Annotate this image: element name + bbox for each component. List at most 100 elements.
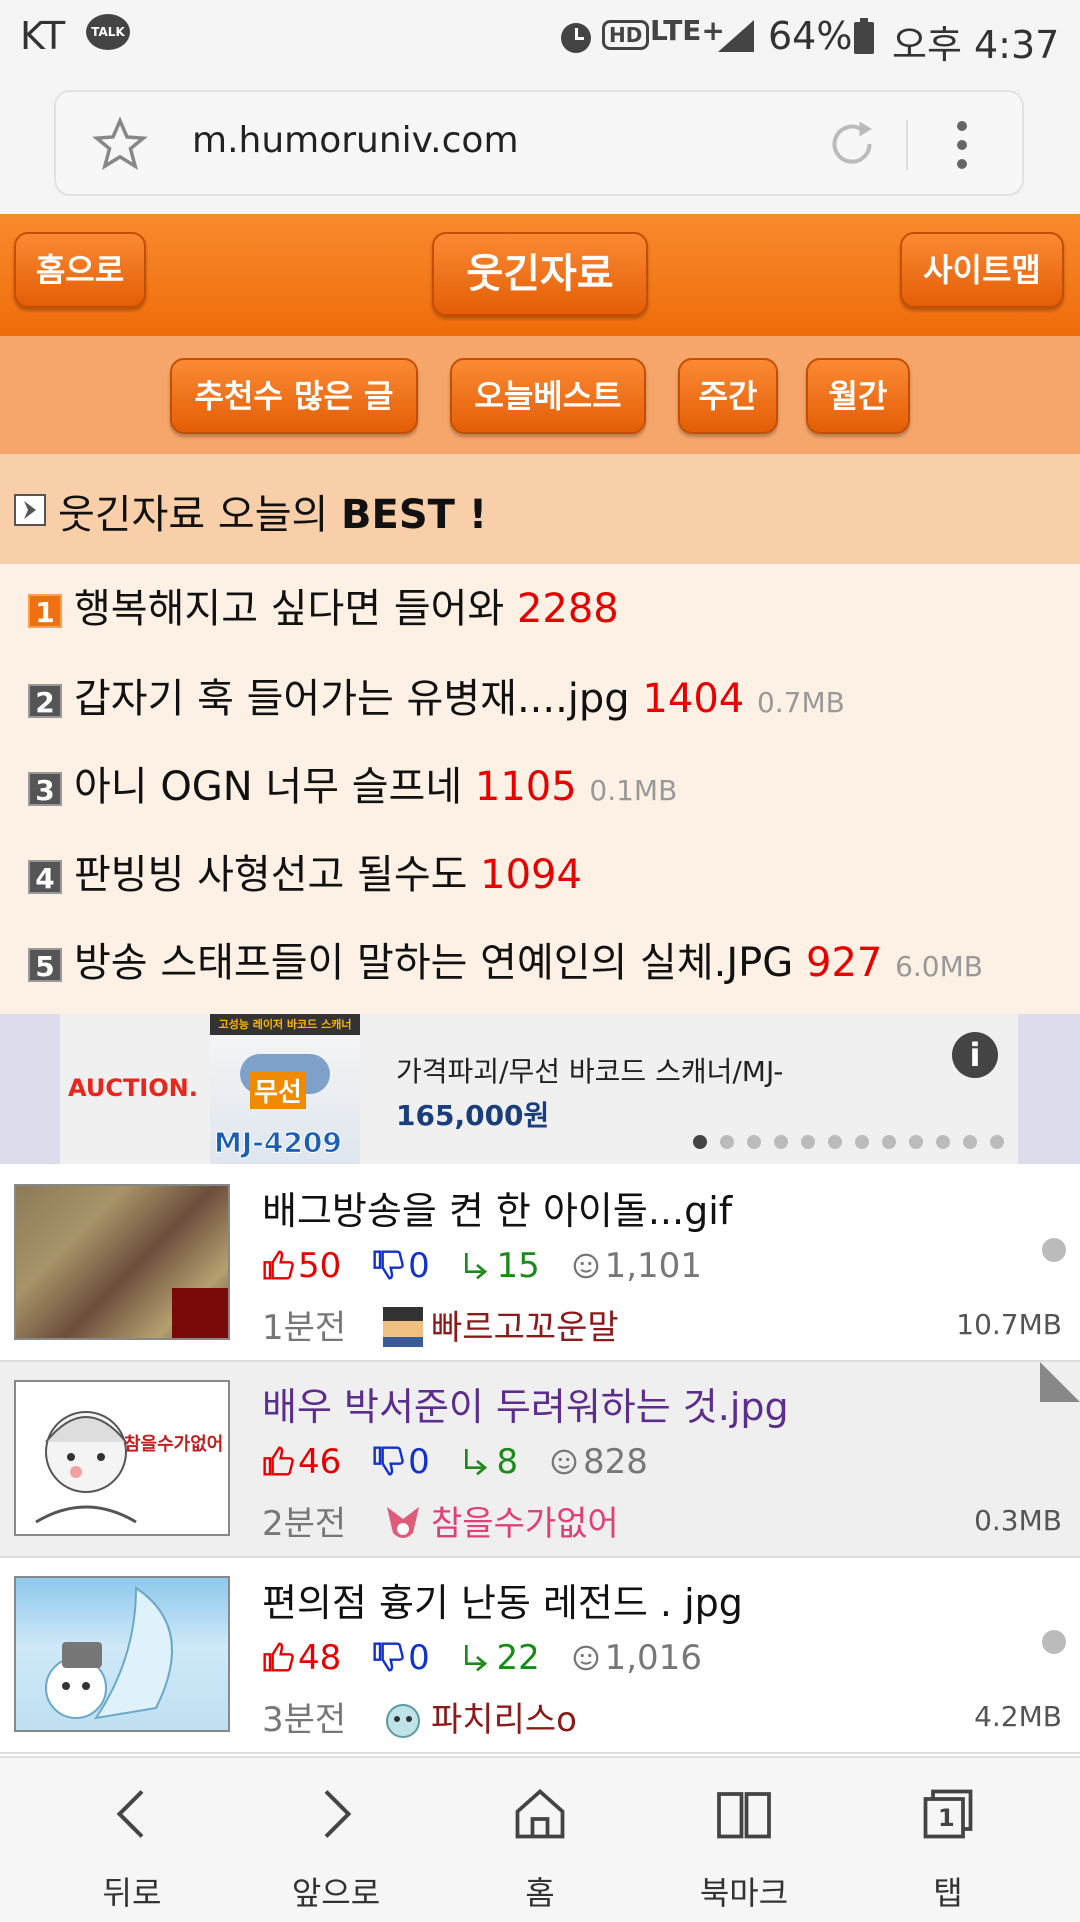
author-avatar-icon xyxy=(386,1704,421,1738)
ad-content[interactable]: AUCTION. 고성능 레이저 바코드 스캐너 무선 MJ-4209 가격파괴… xyxy=(60,1014,1018,1164)
best-item-count: 2288 xyxy=(516,586,619,632)
ad-price: 165,000원 xyxy=(396,1099,550,1132)
auction-logo: AUCTION. xyxy=(68,1074,198,1102)
battery-icon xyxy=(852,16,876,60)
best-item-title[interactable]: 방송 스태프들이 말하는 연예인의 실체.JPG xyxy=(74,940,793,986)
bookmark-icon xyxy=(717,1792,771,1839)
upvote-count: 48 xyxy=(262,1638,341,1678)
best-item-size: 0.7MB xyxy=(756,686,845,719)
nav-back[interactable]: 뒤로 xyxy=(32,1758,232,1922)
upvote-count: 46 xyxy=(262,1442,341,1482)
post-row[interactable]: 참을수가없어 배우 박서준이 두려워하는 것.jpg 46 0 8 828 2분… xyxy=(0,1362,1080,1558)
site-header: 홈으로 웃긴자료 사이트맵 xyxy=(0,214,1080,336)
author-avatar xyxy=(383,1503,423,1552)
status-bar: KT TALK HD LTE+ 64% 오후 4:37 xyxy=(0,0,1080,72)
best-item-size: 6.0MB xyxy=(895,950,983,983)
reply-arrow-icon xyxy=(464,1645,487,1672)
nav-home[interactable]: 홈 xyxy=(440,1758,640,1922)
author-avatar xyxy=(383,1699,423,1748)
post-row[interactable]: 편의점 흉기 난동 레전드 . jpg 48 0 22 1,016 3분전 파치… xyxy=(0,1558,1080,1754)
thumbs-up-icon xyxy=(263,1250,294,1280)
post-thumbnail[interactable] xyxy=(14,1576,230,1732)
cartoon-image xyxy=(35,1411,137,1524)
post-thumbnail[interactable]: 참을수가없어 xyxy=(14,1380,230,1536)
url-text[interactable]: m.humoruniv.com xyxy=(192,120,519,161)
best-item[interactable]: 2 갑자기 훅 들어가는 유병재....jpg 1404 0.7MB xyxy=(28,666,845,726)
divider xyxy=(906,120,908,170)
best-item-title[interactable]: 행복해지고 싶다면 들어와 xyxy=(74,586,504,632)
browser-bottom-nav: 뒤로 앞으로 홈 북마크 1 탭 xyxy=(0,1756,1080,1922)
author-name[interactable]: 빠르고꼬운말 xyxy=(431,1308,619,1348)
best-item-title[interactable]: 판빙빙 사형선고 될수도 xyxy=(74,852,467,898)
upvote-count: 50 xyxy=(262,1246,341,1286)
filter-most-recommended[interactable]: 추천수 많은 글 xyxy=(170,358,418,434)
filter-today-best[interactable]: 오늘베스트 xyxy=(450,358,646,434)
nav-label: 탭 xyxy=(933,1874,963,1912)
nav-tabs[interactable]: 1 탭 xyxy=(848,1758,1048,1922)
nav-label: 홈 xyxy=(525,1874,555,1912)
downvote-count: 0 xyxy=(372,1638,430,1678)
best-item[interactable]: 5 방송 스태프들이 말하는 연예인의 실체.JPG 927 6.0MB xyxy=(28,930,983,990)
post-title[interactable]: 편의점 흉기 난동 레전드 . jpg xyxy=(262,1572,743,1627)
tab-count: 1 xyxy=(938,1804,955,1832)
back-icon xyxy=(116,1790,144,1838)
best-item[interactable]: 1 행복해지고 싶다면 들어와 2288 xyxy=(28,576,619,636)
page-title-button[interactable]: 웃긴자료 xyxy=(432,232,648,316)
nav-label: 북마크 xyxy=(699,1874,789,1912)
author-name[interactable]: 파치리스o xyxy=(431,1700,577,1740)
ad-title[interactable]: 가격파괴/무선 바코드 스캐너/MJ- xyxy=(396,1050,783,1090)
sitemap-button[interactable]: 사이트맵 xyxy=(900,232,1064,308)
best-heading: 웃긴자료 오늘의 BEST ! xyxy=(58,482,487,540)
nav-label: 앞으로 xyxy=(291,1874,381,1912)
network-label: LTE+ xyxy=(650,14,725,47)
thumbs-down-icon xyxy=(373,1642,404,1672)
thumbs-up-icon xyxy=(263,1642,294,1672)
post-time: 2분전 xyxy=(262,1504,347,1544)
post-row[interactable]: 배그방송을 켠 한 아이돌...gif 50 0 15 1,101 1분전 빠르… xyxy=(0,1166,1080,1362)
forward-icon xyxy=(324,1790,352,1838)
best-item-title[interactable]: 아니 OGN 너무 슬프네 xyxy=(74,764,462,810)
more-menu-icon[interactable] xyxy=(952,118,972,176)
author-avatar xyxy=(383,1307,424,1347)
post-time: 1분전 xyxy=(262,1308,347,1348)
reload-icon[interactable] xyxy=(822,114,882,178)
post-meta: 1분전 빠르고꼬운말 xyxy=(262,1300,619,1349)
carousel-dots[interactable] xyxy=(692,1132,1012,1156)
rank-badge: 2 xyxy=(28,684,62,719)
best-item[interactable]: 4 판빙빙 사형선고 될수도 1094 xyxy=(28,842,582,902)
reply-count: 22 xyxy=(461,1638,540,1678)
post-title[interactable]: 배우 박서준이 두려워하는 것.jpg xyxy=(262,1376,789,1431)
best-item[interactable]: 3 아니 OGN 너무 슬프네 1105 0.1MB xyxy=(28,754,677,814)
ad-image: 고성능 레이저 바코드 스캐너 무선 MJ-4209 xyxy=(210,1014,360,1164)
post-title[interactable]: 배그방송을 켠 한 아이돌...gif xyxy=(262,1180,732,1235)
bookmark-star-icon[interactable] xyxy=(92,116,148,176)
nav-bookmarks[interactable]: 북마크 xyxy=(644,1758,844,1922)
post-size: 0.3MB xyxy=(974,1504,1062,1537)
reply-count: 15 xyxy=(461,1246,540,1286)
best-item-title[interactable]: 갑자기 훅 들어가는 유병재....jpg xyxy=(74,676,630,722)
reply-arrow-icon xyxy=(464,1449,487,1476)
thumbnail-caption: 참을수가없어 xyxy=(124,1434,224,1455)
post-time: 3분전 xyxy=(262,1700,347,1740)
filter-monthly[interactable]: 월간 xyxy=(806,358,910,434)
post-meta: 2분전 참을수가없어 xyxy=(262,1496,619,1552)
post-size: 10.7MB xyxy=(956,1308,1062,1341)
filter-weekly[interactable]: 주간 xyxy=(678,358,778,434)
home-button[interactable]: 홈으로 xyxy=(14,232,146,308)
kakaotalk-icon: TALK xyxy=(86,14,130,50)
address-bar[interactable]: m.humoruniv.com xyxy=(54,90,1024,196)
nav-forward[interactable]: 앞으로 xyxy=(236,1758,436,1922)
post-stats: 50 0 15 1,101 xyxy=(262,1246,722,1286)
best-item-size: 0.1MB xyxy=(589,774,678,807)
view-count: 828 xyxy=(549,1442,648,1482)
cartoon-image xyxy=(45,1586,173,1720)
rank-badge: 5 xyxy=(28,948,62,983)
ad-banner[interactable]: AUCTION. 고성능 레이저 바코드 스캐너 무선 MJ-4209 가격파괴… xyxy=(0,1014,1080,1164)
info-icon[interactable]: i xyxy=(952,1032,998,1078)
post-thumbnail[interactable] xyxy=(14,1184,230,1340)
author-avatar-icon xyxy=(387,1507,420,1538)
arrow-box-icon xyxy=(14,494,46,530)
thumbs-down-icon xyxy=(373,1250,404,1280)
author-name[interactable]: 참을수가없어 xyxy=(431,1504,619,1544)
browser-toolbar: m.humoruniv.com xyxy=(0,72,1080,214)
